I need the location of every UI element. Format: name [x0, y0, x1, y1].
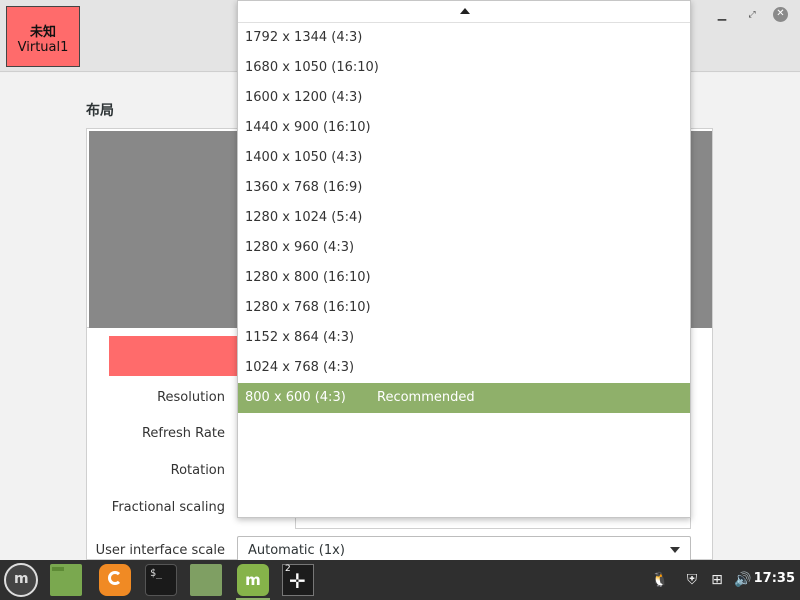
terminal-icon[interactable]: $_	[145, 564, 177, 596]
resolution-option[interactable]: 1152 x 864 (4:3)	[238, 323, 690, 353]
network-icon[interactable]: ⊞	[707, 570, 727, 590]
mint-menu-icon[interactable]: m	[4, 563, 38, 597]
taskbar: m $_ m 2 ✛ 🐧 ⛨ ⊞ 🔊 17:35	[0, 560, 800, 600]
resolution-option[interactable]: 1440 x 900 (16:10)	[238, 113, 690, 143]
linux-penguin-icon[interactable]: 🐧	[650, 570, 670, 590]
layout-title: 布局	[86, 103, 114, 119]
resolution-option[interactable]: 1024 x 768 (4:3)	[238, 353, 690, 383]
volume-icon[interactable]: 🔊	[733, 570, 753, 590]
resolution-option[interactable]: 1400 x 1050 (4:3)	[238, 143, 690, 173]
resolution-option[interactable]: 1280 x 1024 (5:4)	[238, 203, 690, 233]
resolution-option[interactable]: 1280 x 960 (4:3)	[238, 233, 690, 263]
resolution-dropdown[interactable]: 1792 x 1344 (4:3) 1680 x 1050 (16:10) 16…	[237, 0, 691, 518]
monitor-name: 未知	[29, 25, 56, 40]
display-settings-icon[interactable]: 2 ✛	[282, 564, 314, 596]
minimize-icon[interactable]: ▁	[715, 8, 729, 22]
resolution-option[interactable]: 1680 x 1050 (16:10)	[238, 53, 690, 83]
shield-icon[interactable]: ⛨	[682, 570, 702, 590]
files-icon[interactable]	[190, 564, 222, 596]
monitor-color-strip	[109, 336, 239, 376]
monitor-sub: Virtual1	[17, 40, 69, 55]
resolution-option[interactable]: 1792 x 1344 (4:3)	[238, 23, 690, 53]
resolution-option[interactable]: 1360 x 768 (16:9)	[238, 173, 690, 203]
resolution-option[interactable]: 1600 x 1200 (4:3)	[238, 83, 690, 113]
rotation-label: Rotation	[170, 463, 225, 478]
maximize-icon[interactable]: ⤢	[745, 8, 759, 22]
recommended-tag: Recommended	[377, 390, 475, 405]
resolution-option[interactable]: 1280 x 800 (16:10)	[238, 263, 690, 293]
selected-resolution-label: 800 x 600 (4:3)	[245, 390, 346, 405]
fractional-scaling-label: Fractional scaling	[111, 500, 225, 515]
scroll-up-arrow[interactable]	[238, 1, 690, 23]
mint-app-icon[interactable]: m	[236, 564, 270, 600]
resolution-option[interactable]: 1280 x 768 (16:10)	[238, 293, 690, 323]
resolution-label: Resolution	[157, 390, 225, 405]
clock[interactable]: 17:35	[754, 571, 795, 586]
arrow-up-icon	[460, 8, 470, 14]
chevron-down-icon	[670, 547, 680, 553]
resolution-option-selected[interactable]: 800 x 600 (4:3) Recommended	[238, 383, 690, 413]
monitor-tile[interactable]: 未知 Virtual1	[6, 6, 80, 67]
close-icon[interactable]: ✕	[773, 7, 788, 22]
show-desktop-icon[interactable]	[50, 564, 82, 596]
ui-scale-value: Automatic (1x)	[248, 543, 345, 558]
firefox-icon[interactable]	[99, 564, 131, 596]
ui-scale-label: User interface scale	[95, 543, 225, 558]
refresh-rate-label: Refresh Rate	[141, 426, 225, 441]
